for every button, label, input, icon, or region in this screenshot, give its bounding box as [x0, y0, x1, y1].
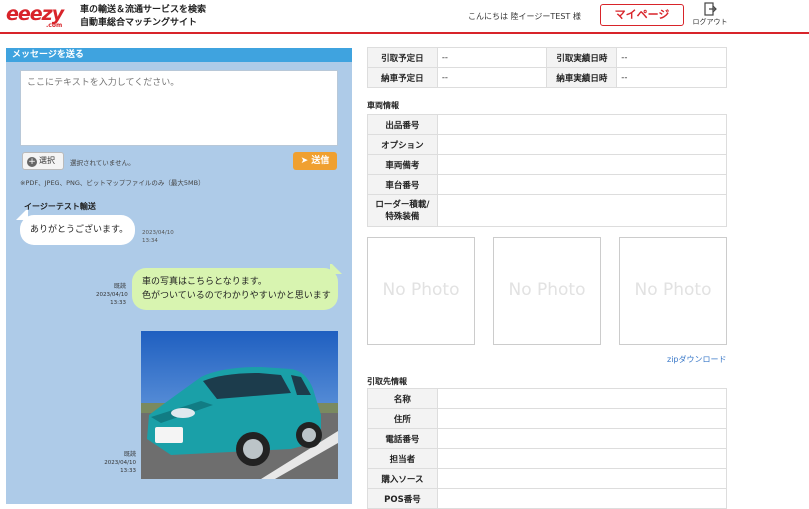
- vehicle-row-label: ローダー積載/特殊装備: [367, 194, 438, 227]
- read-label: 既読: [113, 283, 126, 290]
- table-row: 担当者: [367, 448, 728, 469]
- planned-pickup-value: --: [436, 47, 548, 68]
- sent-message-line1: 車の写真はこちらとなります。: [142, 277, 267, 287]
- send-label: 送信: [311, 156, 330, 166]
- message-date: 2023/04/10: [96, 292, 128, 298]
- table-row: 電話番号: [367, 428, 728, 449]
- sent-message-line2: 色がついているのでわかりやすいかと思います: [142, 291, 331, 301]
- table-row: 引取予定日 -- 引取実績日時 --: [367, 47, 727, 68]
- destination-section-title: 引取先情報: [367, 377, 407, 386]
- photo-placeholder[interactable]: No Photo: [619, 237, 727, 345]
- message-read-status: 既読 2023/04/10 13:33: [96, 283, 128, 307]
- greeting-text: こんにちは 陸イージーTEST 様: [468, 12, 581, 21]
- message-read-status: 既読 2023/04/10 13:33: [104, 451, 136, 475]
- table-row: 納車予定日 -- 納車実績日時 --: [367, 67, 727, 88]
- vehicle-row-value: [436, 154, 728, 175]
- table-row: オプション: [367, 134, 728, 155]
- vehicle-row-label: 車両備考: [367, 154, 438, 175]
- vehicle-table: 出品番号 オプション 車両備考 車台番号 ローダー積載/特殊装備: [367, 114, 728, 227]
- planned-delivery-label: 納車予定日: [367, 67, 438, 88]
- read-label: 既読: [123, 451, 136, 458]
- message-time: 13:34: [142, 238, 158, 244]
- destination-row-label: 購入ソース: [367, 468, 438, 489]
- message-sender: イージーテスト輸送: [24, 202, 96, 211]
- vehicle-row-value: [436, 174, 728, 195]
- loader-label-line2: 特殊装備: [385, 211, 420, 222]
- message-date: 2023/04/10: [104, 460, 136, 466]
- actual-pickup-value: --: [616, 47, 727, 68]
- vehicle-row-value: [436, 114, 728, 135]
- destination-row-label: POS番号: [367, 488, 438, 509]
- destination-row-value: [436, 408, 728, 429]
- mypage-button[interactable]: マイページ: [600, 4, 684, 26]
- paper-plane-icon: ➤: [300, 156, 309, 166]
- table-row: 車台番号: [367, 174, 728, 195]
- table-row: 住所: [367, 408, 728, 429]
- table-row: POS番号: [367, 488, 728, 509]
- destination-table: 名称 住所 電話番号 担当者 購入ソース POS番号: [367, 388, 728, 509]
- vehicle-photos: No Photo No Photo No Photo: [367, 237, 727, 345]
- logout-button[interactable]: ログアウト: [692, 2, 728, 30]
- planned-pickup-label: 引取予定日: [367, 47, 438, 68]
- table-row: ローダー積載/特殊装備: [367, 194, 728, 227]
- logout-icon: [704, 2, 717, 16]
- photo-placeholder[interactable]: No Photo: [493, 237, 601, 345]
- vehicle-row-label: オプション: [367, 134, 438, 155]
- tagline-line1: 車の輸送＆流通サービスを検索: [80, 5, 207, 15]
- message-date: 2023/04/10: [142, 230, 174, 236]
- destination-row-value: [436, 448, 728, 469]
- tagline-line2: 自動車総合マッチングサイト: [80, 18, 198, 28]
- logo-sub: .com: [46, 22, 63, 29]
- destination-row-value: [436, 488, 728, 509]
- message-panel: メッセージを送る +選択 選択されていません。 ➤ 送信 ※PDF、JPEG、P…: [6, 48, 352, 504]
- destination-row-label: 電話番号: [367, 428, 438, 449]
- send-button[interactable]: ➤ 送信: [293, 152, 337, 170]
- file-select-label: 選択: [39, 156, 55, 165]
- message-time: 13:33: [120, 468, 136, 474]
- table-row: 購入ソース: [367, 468, 728, 489]
- zip-download-link[interactable]: zipダウンロード: [667, 354, 727, 365]
- destination-row-label: 名称: [367, 388, 438, 409]
- vehicle-row-label: 車台番号: [367, 174, 438, 195]
- sent-message-bubble: 車の写真はこちらとなります。 色がついているのでわかりやすいかと思います: [132, 268, 338, 310]
- message-input[interactable]: [20, 70, 338, 146]
- file-type-note: ※PDF、JPEG、PNG、ビットマップファイルのみ（最大5MB）: [20, 179, 205, 187]
- actual-delivery-label: 納車実績日時: [546, 67, 618, 88]
- vehicle-row-label: 出品番号: [367, 114, 438, 135]
- vehicle-section-title: 車両情報: [367, 101, 399, 110]
- received-message-bubble: ありがとうございます。: [20, 215, 135, 245]
- message-time: 13:33: [110, 300, 126, 306]
- table-row: 名称: [367, 388, 728, 409]
- planned-delivery-value: --: [436, 67, 548, 88]
- destination-row-value: [436, 468, 728, 489]
- loader-label-line1: ローダー積載/: [375, 199, 430, 210]
- message-timestamp: 2023/04/10 13:34: [142, 229, 174, 245]
- header: eeezy .com 車の輸送＆流通サービスを検索 自動車総合マッチングサイト …: [0, 0, 809, 34]
- tagline: 車の輸送＆流通サービスを検索 自動車総合マッチングサイト: [80, 4, 206, 30]
- vehicle-row-value: [436, 134, 728, 155]
- destination-row-label: 担当者: [367, 448, 438, 469]
- car-image: [141, 331, 338, 479]
- no-file-text: 選択されていません。: [70, 159, 135, 167]
- table-row: 車両備考: [367, 154, 728, 175]
- destination-row-value: [436, 388, 728, 409]
- table-row: 出品番号: [367, 114, 728, 135]
- actual-pickup-label: 引取実績日時: [546, 47, 618, 68]
- message-panel-title: メッセージを送る: [6, 48, 352, 62]
- vehicle-row-value: [436, 194, 728, 227]
- file-select-button[interactable]: + 選択: [22, 152, 64, 170]
- photo-placeholder[interactable]: No Photo: [367, 237, 475, 345]
- actual-delivery-value: --: [616, 67, 727, 88]
- destination-row-label: 住所: [367, 408, 438, 429]
- destination-row-value: [436, 428, 728, 449]
- site-logo[interactable]: eeezy .com: [6, 3, 70, 29]
- plus-icon: +: [27, 157, 37, 167]
- schedule-table: 引取予定日 -- 引取実績日時 -- 納車予定日 -- 納車実績日時 --: [367, 47, 727, 88]
- car-photo[interactable]: [141, 331, 338, 479]
- logout-label: ログアウト: [692, 18, 728, 26]
